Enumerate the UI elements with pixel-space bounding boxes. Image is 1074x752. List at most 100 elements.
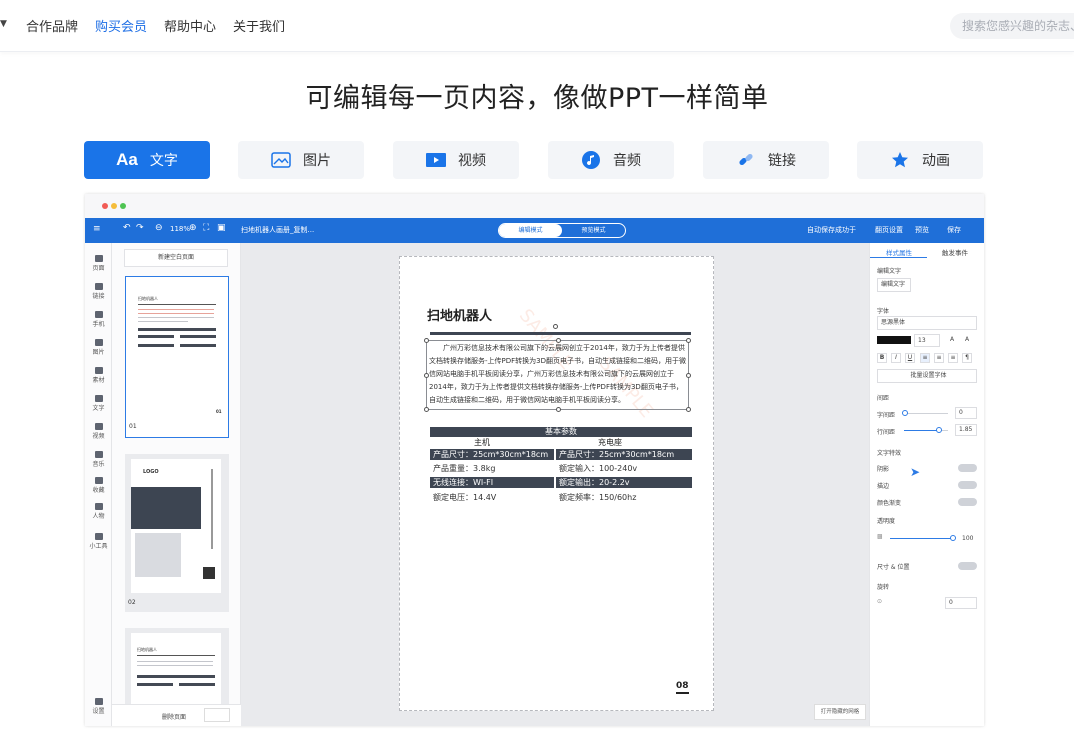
thumbnail-table-header [137,675,215,678]
tab-label: 视频 [458,153,486,169]
resize-handle[interactable] [424,407,429,412]
text-effects-label: 文字特效 [877,450,902,457]
maximize-dot-icon [120,203,126,209]
save-button[interactable]: 保存 [947,225,961,235]
sidebar-item-person[interactable]: 人物 [85,503,112,520]
font-increase-icon[interactable]: A [950,336,954,343]
nav-link-about[interactable]: 关于我们 [233,16,285,35]
active-tab-indicator [870,257,927,258]
thumbnail-preview: 扫地机器人 01 [132,282,222,418]
resize-handle[interactable] [556,338,561,343]
nav-link-brands[interactable]: 合作品牌 [26,16,78,35]
letter-spacing-slider[interactable] [904,413,948,414]
font-size-select[interactable]: 13 [914,334,940,347]
letter-spacing-input[interactable]: 0 [955,407,977,419]
dropdown-caret-icon[interactable]: ▼ [0,19,7,29]
sidebar-item-text[interactable]: 文字 [85,395,112,412]
align-left-button[interactable]: ≡ [920,353,930,363]
line-height-input[interactable]: 1.85 [955,424,977,436]
tab-text[interactable]: Aa 文字 [84,141,210,179]
align-center-button[interactable]: ≡ [934,353,944,363]
rotate-input[interactable]: 0 [945,597,977,609]
tab-video[interactable]: 视频 [393,141,519,179]
tab-label: 链接 [768,153,796,169]
slider-knob[interactable] [936,427,942,433]
preview-button[interactable]: 预览 [915,225,929,235]
resize-handle[interactable] [424,373,429,378]
opacity-slider[interactable] [890,538,952,539]
sidebar-item-favorite[interactable]: 收藏 [85,477,112,494]
sidebar-item-link[interactable]: 链接 [85,283,112,300]
phone-icon [94,311,103,318]
sidebar-item-tools[interactable]: 小工具 [85,533,112,550]
page-thumbnail-01[interactable]: 扫地机器人 01 01 [125,276,229,438]
page-input[interactable] [204,708,230,722]
shadow-toggle[interactable] [958,464,977,472]
tab-style-properties[interactable]: 样式属性 [886,247,912,257]
align-right-button[interactable]: ≡ [948,353,958,363]
search-input[interactable]: 搜索您感兴趣的杂志、 [950,13,1074,39]
page-title[interactable]: 扫地机器人 [427,305,492,324]
tab-animation[interactable]: 动画 [857,141,983,179]
slider-knob[interactable] [902,410,908,416]
resize-handle[interactable] [556,407,561,412]
editor-preview: ≡ ↶ ↷ ⊖ 118% ⊕ ⛶ ▣ 扫地机器人画册_复制... 编辑模式 预览… [85,194,984,726]
magazine-page[interactable]: SAMPLE SAMPLE 扫地机器人 广州万彩信息技术有限公司旗下的云展网创立… [399,256,714,711]
batch-font-button[interactable]: 批量设置字体 [877,369,977,383]
rotate-handle[interactable] [553,324,558,329]
sidebar-item-settings[interactable]: 设置 [85,698,112,715]
edit-text-button[interactable]: 编辑文字 [877,278,911,292]
shadow-label: 阴影 [877,466,890,473]
tab-image[interactable]: 图片 [238,141,364,179]
zoom-in-icon[interactable]: ⊕ [189,223,197,233]
sidebar-item-phone[interactable]: 手机 [85,311,112,328]
grid-icon[interactable]: ▣ [217,223,226,233]
slider-knob[interactable] [950,535,956,541]
menu-icon[interactable]: ≡ [93,224,101,234]
resize-handle[interactable] [686,338,691,343]
thumbnail-table-row [180,335,216,338]
page-thumbnail-02[interactable]: LOGO 02 [125,454,229,612]
edit-mode-option[interactable]: 编辑模式 [499,224,562,237]
undo-icon[interactable]: ↶ [123,223,131,233]
preview-mode-option[interactable]: 预览模式 [562,224,625,237]
tab-link[interactable]: 链接 [703,141,829,179]
body-text[interactable]: 广州万彩信息技术有限公司旗下的云展网创立于2014年，致力于为上传者提供文档转换… [427,341,688,408]
flip-settings-button[interactable]: 翻页设置 [875,225,903,235]
stroke-toggle[interactable] [958,481,977,489]
nav-link-membership[interactable]: 购买会员 [95,16,147,35]
sidebar-item-page[interactable]: 页面 [85,255,112,272]
underline-button[interactable]: U [905,353,915,363]
delete-page-button[interactable]: 删除页面 [162,712,186,721]
font-decrease-icon[interactable]: A [965,336,969,343]
page-thumbnail-03[interactable]: 扫地机器人 [125,628,229,713]
sidebar-item-material[interactable]: 素材 [85,367,112,384]
redo-icon[interactable]: ↷ [136,223,144,233]
bold-button[interactable]: B [877,353,887,363]
sidebar-item-video[interactable]: 视频 [85,423,112,440]
resize-handle[interactable] [686,407,691,412]
new-page-button[interactable]: 新建空白页面 [124,249,228,267]
tab-label: 音频 [613,153,641,169]
thumbnail-text-line [138,317,214,318]
sidebar-item-image[interactable]: 图片 [85,339,112,356]
show-grid-button[interactable]: 打开隐藏的网格 [814,704,866,720]
nav-link-help[interactable]: 帮助中心 [164,16,216,35]
selected-text-box[interactable]: 广州万彩信息技术有限公司旗下的云展网创立于2014年，致力于为上传者提供文档转换… [424,338,691,412]
zoom-out-icon[interactable]: ⊖ [155,223,163,233]
italic-button[interactable]: I [891,353,901,363]
mode-toggle[interactable]: 编辑模式 预览模式 [498,223,626,238]
paragraph-button[interactable]: ¶ [962,353,972,363]
font-color-swatch[interactable] [877,336,911,344]
resize-handle[interactable] [424,338,429,343]
document-name[interactable]: 扫地机器人画册_复制... [241,225,314,235]
size-position-toggle[interactable] [958,562,977,570]
sidebar-item-music[interactable]: 音乐 [85,451,112,468]
gradient-toggle[interactable] [958,498,977,506]
font-select[interactable]: 思源黑体 [877,316,977,330]
fullscreen-icon[interactable]: ⛶ [203,223,209,233]
tab-trigger-events[interactable]: 触发事件 [942,247,968,257]
thumbnail-rule [138,304,216,305]
tab-audio[interactable]: 音频 [548,141,674,179]
resize-handle[interactable] [686,373,691,378]
